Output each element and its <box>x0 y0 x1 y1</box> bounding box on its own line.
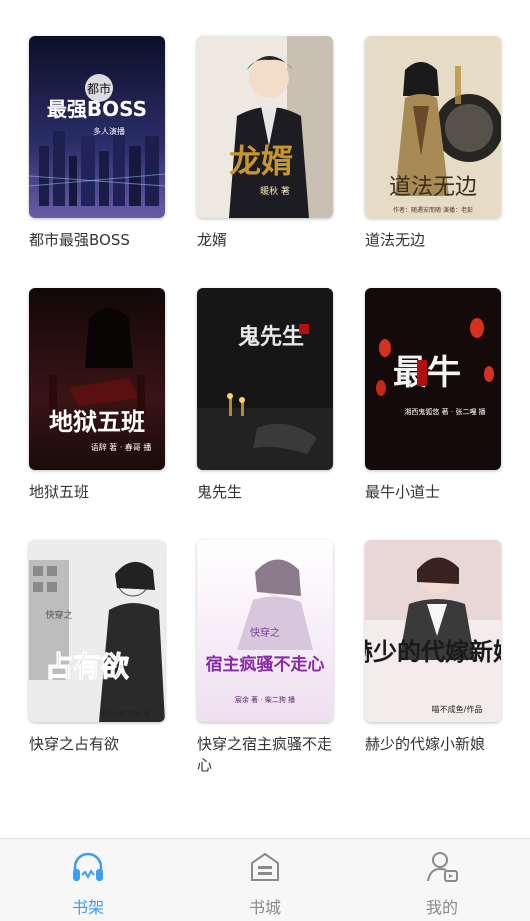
profile-icon <box>427 852 458 882</box>
book-item[interactable]: 最牛 湘西鬼狐悠 著 · 张二嘎 播 最牛小道士 <box>365 288 515 503</box>
book-item[interactable]: 快穿之 宿主疯骚不走心 宸余 著 · 柴二狗 播 快穿之宿主疯骚不走心 <box>197 540 347 776</box>
book-title[interactable]: 龙婿 <box>197 230 337 251</box>
book-item[interactable]: 鬼先生 鬼先生 <box>197 288 347 503</box>
cover-subtitle: 都市 <box>87 81 111 96</box>
tab-label: 书城 <box>248 898 281 917</box>
cover-author: 语辞 著 · 春哥 播 <box>91 442 152 452</box>
cover-subtitle: 快穿之 <box>250 626 280 639</box>
headphones-icon <box>73 852 103 881</box>
cover-author: 暖秋 著 <box>260 185 290 197</box>
book-title[interactable]: 最牛小道士 <box>365 482 505 503</box>
tab-label: 书架 <box>71 898 104 917</box>
book-cover[interactable]: 鬼先生 <box>197 288 333 470</box>
cover-title: 龙婿 <box>229 142 293 180</box>
cover-title: 鬼先生 <box>238 324 304 350</box>
book-title[interactable]: 鬼先生 <box>197 482 337 503</box>
cover-author: 喵不成鱼/作品 <box>432 704 483 714</box>
cover-title: 宿主疯骚不走心 <box>206 654 325 675</box>
cover-author: 小狗&鹅之物 播 <box>100 709 150 718</box>
cover-title: 道法无边 <box>389 175 477 200</box>
cover-author: 湘西鬼狐悠 著 · 张二嘎 播 <box>404 407 485 416</box>
book-cover[interactable]: 地狱五班 语辞 著 · 春哥 播 <box>29 288 165 470</box>
book-title[interactable]: 道法无边 <box>365 230 505 251</box>
bookstore-icon <box>251 852 279 881</box>
tab-bookstore[interactable]: 书城 <box>177 839 353 921</box>
cover-author: 宸余 著 · 柴二狗 播 <box>235 695 295 704</box>
book-item[interactable]: 赫少的代嫁新娘 喵不成鱼/作品 赫少的代嫁小新娘 <box>365 540 515 755</box>
tab-bookshelf[interactable]: 书架 <box>0 839 176 921</box>
cover-title: 赫少的代嫁新娘 <box>365 637 501 666</box>
book-item[interactable]: 龙婿 暖秋 著 龙婿 <box>197 36 347 251</box>
book-item[interactable]: 道法无边 作者：随遇安而随 演播：老彭 道法无边 <box>365 36 515 251</box>
book-cover[interactable]: 快穿之 宿主疯骚不走心 宸余 著 · 柴二狗 播 <box>197 540 333 722</box>
book-cover[interactable]: 道法无边 作者：随遇安而随 演播：老彭 <box>365 36 501 218</box>
cover-author: 多人演播 <box>93 126 125 136</box>
cover-author: 作者：随遇安而随 演播：老彭 <box>393 206 473 214</box>
book-item[interactable]: 都市 最强BOSS 多人演播 都市最强BOSS <box>29 36 179 251</box>
book-title[interactable]: 赫少的代嫁小新娘 <box>365 734 505 755</box>
book-cover[interactable]: 最牛 湘西鬼狐悠 著 · 张二嘎 播 <box>365 288 501 470</box>
cover-title: 地狱五班 <box>49 407 145 436</box>
cover-subtitle: 快穿之 <box>45 609 72 621</box>
book-title[interactable]: 快穿之宿主疯骚不走心 <box>197 734 337 776</box>
book-title[interactable]: 快穿之占有欲 <box>29 734 169 755</box>
cover-title: 最强BOSS <box>47 97 147 121</box>
tab-label: 我的 <box>425 898 458 917</box>
book-cover[interactable]: 赫少的代嫁新娘 喵不成鱼/作品 <box>365 540 501 722</box>
book-cover[interactable]: 龙婿 暖秋 著 <box>197 36 333 218</box>
book-title[interactable]: 都市最强BOSS <box>29 230 169 251</box>
bottom-tab-bar: 书架 书城 我的 <box>0 838 530 921</box>
book-item[interactable]: 快穿之 占有欲 小狗&鹅之物 播 快穿之占有欲 <box>29 540 179 755</box>
book-cover[interactable]: 都市 最强BOSS 多人演播 <box>29 36 165 218</box>
book-title[interactable]: 地狱五班 <box>29 482 169 503</box>
cover-title: 占有欲 <box>45 650 129 683</box>
book-item[interactable]: 地狱五班 语辞 著 · 春哥 播 地狱五班 <box>29 288 179 503</box>
tab-profile[interactable]: 我的 <box>354 839 530 921</box>
book-cover[interactable]: 快穿之 占有欲 小狗&鹅之物 播 <box>29 540 165 722</box>
